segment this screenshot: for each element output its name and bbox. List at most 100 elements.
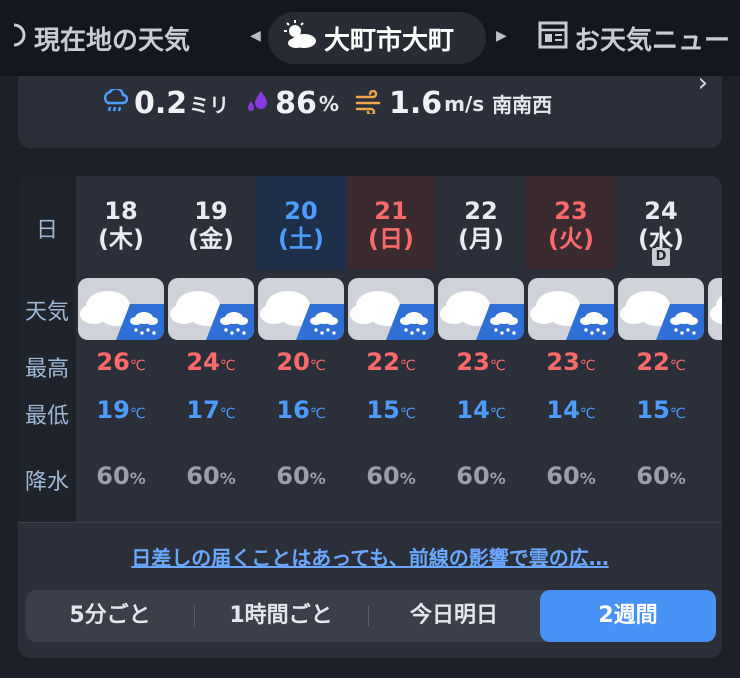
rain-cloud-icon — [102, 86, 129, 119]
humidity-value: 86 — [275, 86, 317, 121]
celsius-unit: ℃ — [669, 406, 686, 422]
precip-probability: 60% — [436, 462, 526, 490]
day-header: 23 (火) — [526, 176, 616, 270]
tab-selected-location[interactable]: 大町市大町 — [268, 12, 486, 64]
tab-weather-news[interactable]: お天気ニュー — [538, 12, 730, 64]
precip-probability-value: 60 — [546, 462, 580, 490]
percent-unit: % — [399, 469, 416, 488]
percent-unit: % — [129, 469, 146, 488]
day-weekday: (木) — [98, 225, 144, 253]
precip-value: 0.2 — [134, 86, 188, 121]
wind-unit: m/s — [444, 91, 485, 116]
day-weekday: (金) — [188, 225, 234, 253]
forecast-card: 日 天気 最高 最低 降水 18 (木) 26℃ 19℃ 60% 19 (金) 24℃ 17℃ 6… — [18, 176, 722, 658]
day-header: 24 (水) D — [616, 176, 706, 270]
forecast-day-column: 21 (日) 22℃ 15℃ 60% — [346, 176, 436, 522]
label-weather: 天気 — [24, 300, 69, 325]
precip-probability: 6% — [706, 462, 722, 490]
seg-1hour[interactable]: 1時間ごと — [194, 590, 368, 642]
celsius-unit: ℃ — [309, 406, 326, 422]
prev-location-arrow[interactable]: ◀ — [250, 28, 261, 44]
news-icon — [538, 20, 568, 57]
high-temp-value: 20 — [276, 348, 310, 376]
partly-cloudy-icon — [282, 19, 318, 57]
low-temp: 17℃ — [166, 396, 256, 424]
day-number: 19 — [194, 197, 228, 225]
celsius-unit: ℃ — [219, 358, 236, 374]
cloudy-rain-icon — [528, 278, 614, 340]
low-temp: 16℃ — [256, 396, 346, 424]
precip-probability-value: 60 — [186, 462, 220, 490]
day-header: 21 (日) — [346, 176, 436, 270]
celsius-unit: ℃ — [129, 358, 146, 374]
precip-probability-value: 60 — [366, 462, 400, 490]
day-number: 18 — [104, 197, 138, 225]
day-number: 22 — [464, 197, 498, 225]
forecast-day-column: 18 (木) 26℃ 19℃ 60% — [76, 176, 166, 522]
day-number: 24 — [644, 197, 678, 225]
label-precip: 降水 — [24, 470, 69, 495]
cloudy-rain-icon — [168, 278, 254, 340]
seg-today-tomorrow[interactable]: 今日明日 — [368, 590, 540, 642]
percent-unit: % — [669, 469, 686, 488]
day-header: 22 (月) — [436, 176, 526, 270]
low-temp: 14℃ — [436, 396, 526, 424]
high-temp-value: 26 — [96, 348, 130, 376]
day-number: 2 — [706, 176, 722, 224]
forecast-comment-link[interactable]: 日差しの届くことはあっても、前線の影響で雲の広… — [18, 542, 722, 571]
precip-probability: 60% — [616, 462, 706, 490]
current-summary: 0.2 ミリ 86 % 1.6 m/s 南南西 — [102, 86, 552, 121]
location-tab-bar: 現在地の天気 ◀ 大町市大町 ▶ お天気ニュー — [0, 0, 740, 76]
precip-probability: 60% — [346, 462, 436, 490]
forecast-day-column: 20 (土) 20℃ 16℃ 60% — [256, 176, 346, 522]
day-number: 23 — [554, 197, 588, 225]
forecast-day-column: 23 (火) 23℃ 14℃ 60% — [526, 176, 616, 522]
tab-selected-location-label: 大町市大町 — [324, 25, 455, 56]
low-temp-value: 19 — [96, 396, 130, 424]
low-temp-value: 17 — [186, 396, 220, 424]
seg-5min[interactable]: 5分ごと — [26, 590, 194, 642]
low-temp-value: 14 — [456, 396, 490, 424]
cloudy-rain-icon — [258, 278, 344, 340]
row-labels: 日 天気 最高 最低 降水 — [18, 176, 76, 522]
tab-current-location[interactable]: 現在地の天気 — [8, 12, 190, 64]
celsius-unit: ℃ — [399, 358, 416, 374]
precip-probability: 60% — [166, 462, 256, 490]
day-number: 21 — [374, 197, 408, 225]
celsius-unit: ℃ — [669, 358, 686, 374]
tab-current-location-label: 現在地の天気 — [34, 25, 191, 56]
celsius-unit: ℃ — [219, 406, 236, 422]
precip-probability: 60% — [76, 462, 166, 490]
forecast-badge: D — [652, 248, 670, 266]
high-temp: 23℃ — [526, 348, 616, 376]
precip-probability-value: 60 — [96, 462, 130, 490]
precip-probability-value: 60 — [456, 462, 490, 490]
day-header: 2( — [706, 176, 722, 270]
high-temp-value: 23 — [546, 348, 580, 376]
high-temp: 20℃ — [256, 348, 346, 376]
cloudy-rain-icon — [438, 278, 524, 340]
current-conditions-card[interactable]: 0.2 ミリ 86 % 1.6 m/s 南南西 › — [18, 68, 722, 148]
percent-unit: % — [489, 469, 506, 488]
high-temp-value: 23 — [456, 348, 490, 376]
precip-unit: ミリ — [189, 93, 230, 117]
celsius-unit: ℃ — [579, 358, 596, 374]
wind-direction: 南南西 — [492, 93, 553, 117]
celsius-unit: ℃ — [309, 358, 326, 374]
high-temp: 23℃ — [436, 348, 526, 376]
seg-2weeks[interactable]: 2週間 — [540, 590, 716, 642]
next-location-arrow[interactable]: ▶ — [496, 28, 507, 44]
day-weekday: ( — [706, 224, 722, 254]
cloudy-rain-icon — [708, 278, 722, 340]
low-temp-value: 15 — [366, 396, 400, 424]
day-header: 18 (木) — [76, 176, 166, 270]
celsius-unit: ℃ — [579, 406, 596, 422]
high-temp-value: 22 — [636, 348, 670, 376]
label-day: 日 — [35, 218, 58, 243]
divider — [18, 522, 722, 523]
chevron-right-icon[interactable]: › — [698, 68, 708, 98]
high-temp-value: 24 — [186, 348, 220, 376]
high-temp-value: 22 — [366, 348, 400, 376]
cloudy-rain-icon — [348, 278, 434, 340]
low-temp-value: 15 — [636, 396, 670, 424]
